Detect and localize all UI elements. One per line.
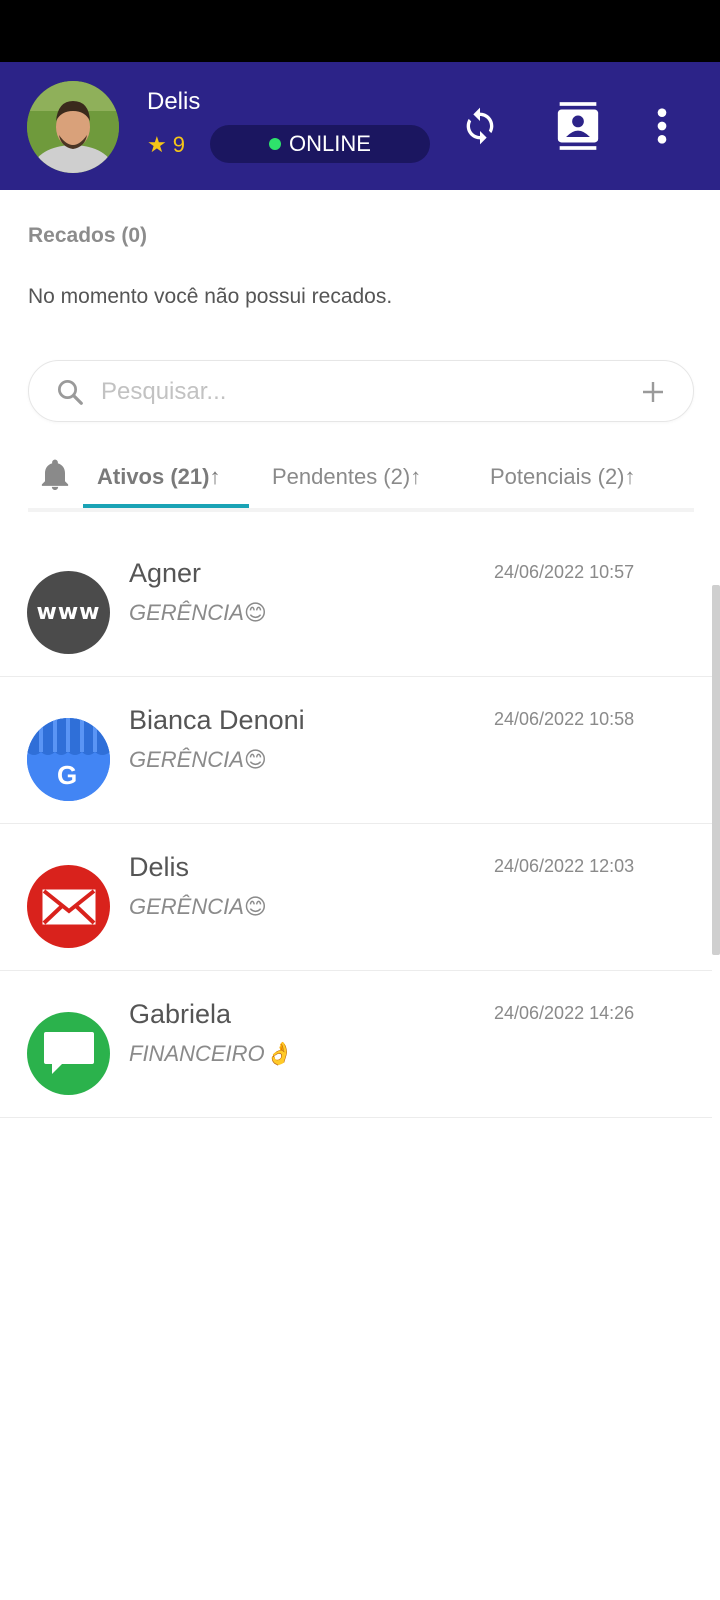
contacts-button[interactable] — [554, 102, 602, 150]
conversation-datetime: 24/06/2022 14:26 — [494, 1003, 635, 1023]
bell-icon[interactable] — [40, 458, 70, 492]
more-vertical-icon — [657, 108, 667, 144]
contact-name: Bianca Denoni — [129, 705, 305, 735]
status-bar — [0, 0, 720, 62]
refresh-button[interactable] — [456, 102, 504, 150]
google-my-business-icon: G — [27, 718, 110, 801]
recados-title: Recados (0) — [28, 224, 148, 247]
plus-icon — [643, 382, 663, 402]
google-g-label: G — [57, 760, 78, 790]
search-icon — [58, 380, 83, 405]
add-button[interactable] — [635, 374, 671, 410]
list-item[interactable]: G Bianca Denoni GERÊNCIA😊 24/06/2022 10:… — [0, 677, 712, 824]
star-icon: ★ — [147, 132, 167, 157]
active-tab-indicator — [83, 504, 249, 508]
conversation-datetime: 24/06/2022 12:03 — [494, 856, 635, 876]
contact-department: FINANCEIRO👌 — [129, 1041, 293, 1066]
contact-department: GERÊNCIA😊 — [129, 747, 267, 772]
www-label: www — [36, 600, 101, 625]
scrollbar[interactable] — [712, 585, 720, 955]
list-item[interactable]: www Agner GERÊNCIA😊 24/06/2022 10:57 — [0, 530, 712, 677]
conversation-datetime: 24/06/2022 10:57 — [494, 562, 635, 582]
tab-potenciais[interactable]: Potenciais (2)↑ — [490, 464, 636, 490]
tab-pendentes[interactable]: Pendentes (2)↑ — [272, 464, 421, 490]
search-input[interactable] — [101, 373, 621, 411]
recados-empty-message: No momento você não possui recados. — [28, 285, 393, 308]
user-avatar[interactable] — [27, 81, 119, 173]
sms-chat-icon — [27, 1012, 110, 1095]
user-rating: ★ 9 — [147, 132, 185, 158]
list-item[interactable]: Delis GERÊNCIA😊 24/06/2022 12:03 — [0, 824, 712, 971]
conversation-list: www Agner GERÊNCIA😊 24/06/2022 10:57 G B… — [0, 530, 712, 1118]
app-header: Delis ★ 9 ONLINE — [0, 62, 720, 190]
email-icon — [27, 865, 110, 948]
tab-ativos[interactable]: Ativos (21)↑ — [97, 464, 220, 490]
contact-name: Gabriela — [129, 999, 232, 1029]
www-icon: www — [27, 571, 110, 654]
rating-value: 9 — [172, 132, 185, 157]
status-label: ONLINE — [289, 131, 371, 156]
conversation-datetime: 24/06/2022 10:58 — [494, 709, 635, 729]
contact-name: Agner — [129, 558, 202, 588]
contact-department: GERÊNCIA😊 — [129, 894, 267, 919]
contacts-icon — [557, 102, 599, 150]
contact-name: Delis — [129, 852, 190, 882]
conversation-tabs: Ativos (21)↑ Pendentes (2)↑ Potenciais (… — [28, 452, 694, 512]
user-name: Delis — [147, 88, 201, 115]
online-status-toggle[interactable]: ONLINE — [210, 125, 430, 163]
sync-icon — [466, 107, 494, 145]
list-item[interactable]: Gabriela FINANCEIRO👌 24/06/2022 14:26 — [0, 971, 712, 1118]
more-options-button[interactable] — [638, 102, 686, 150]
contact-department: GERÊNCIA😊 — [129, 600, 267, 625]
status-dot-icon — [269, 138, 282, 150]
search-bar — [28, 360, 694, 422]
